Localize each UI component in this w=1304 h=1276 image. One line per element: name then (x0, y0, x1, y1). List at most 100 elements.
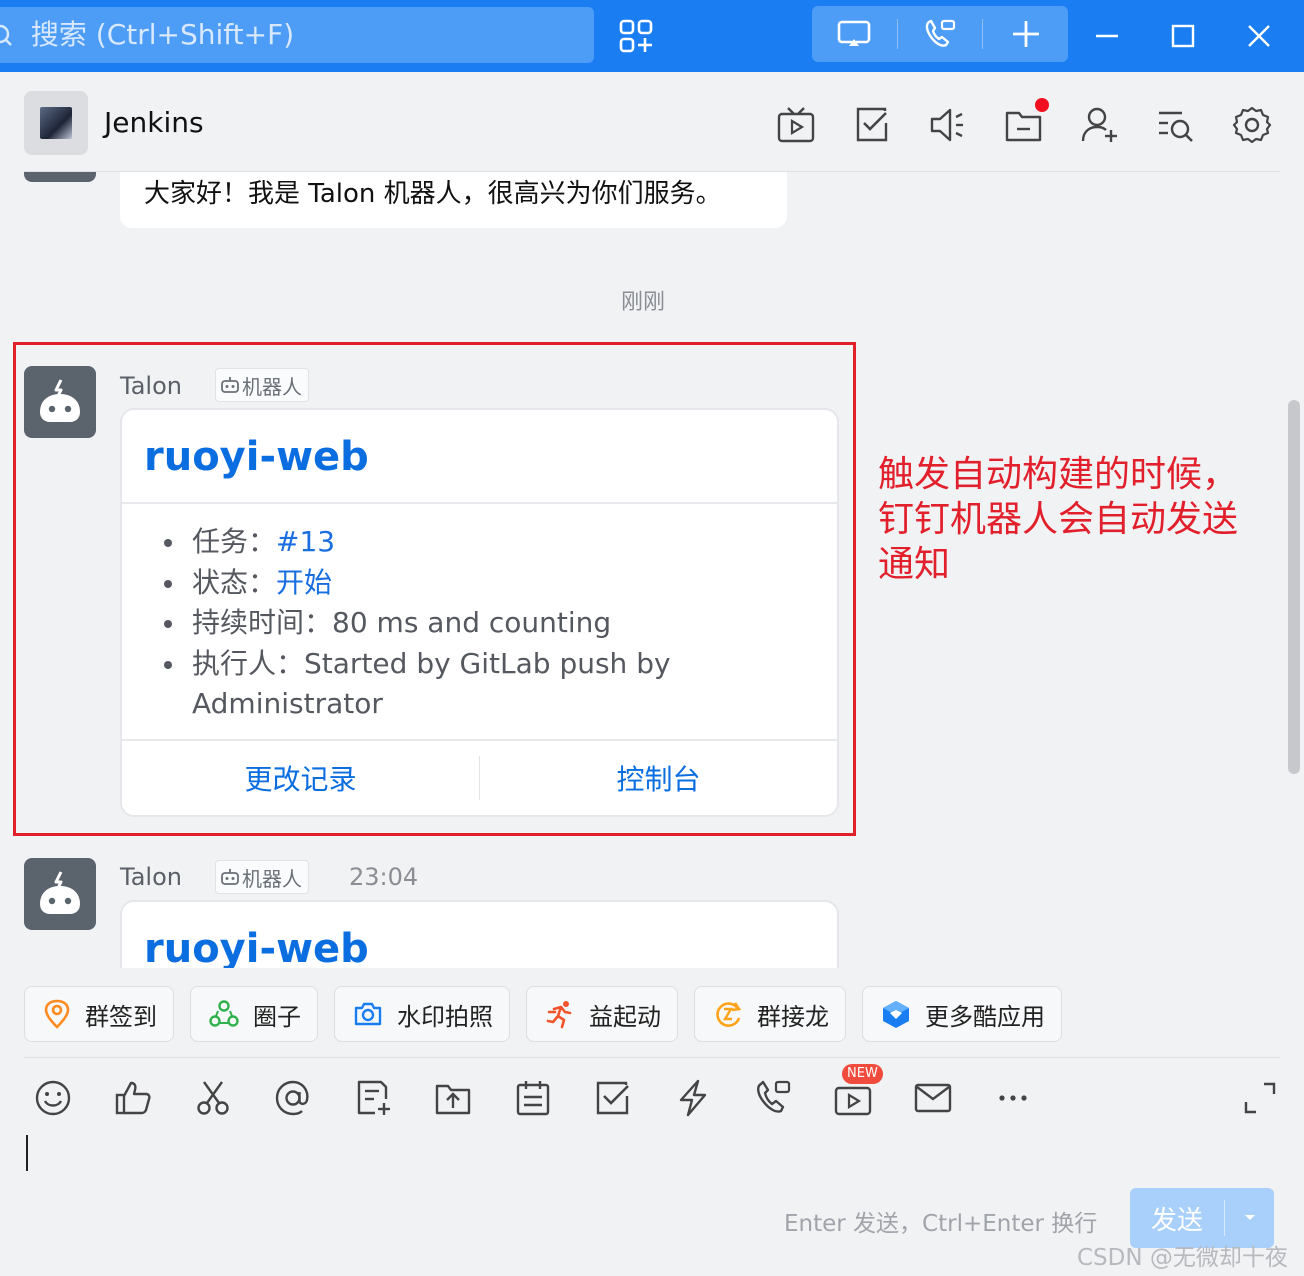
avatar-image (40, 107, 72, 139)
message-timestamp: 刚刚 (620, 290, 665, 315)
maximize-icon (1171, 24, 1195, 48)
announcement-icon[interactable] (928, 105, 968, 145)
send-options-button[interactable] (1225, 1213, 1274, 1223)
composer-divider (24, 1057, 1280, 1058)
field-duration: 持续时间：80 ms and counting (162, 603, 837, 644)
checkin-icon (44, 999, 70, 1029)
send-label: 发送 (1150, 1205, 1203, 1236)
more-icon[interactable] (993, 1078, 1033, 1118)
bot-avatar[interactable] (24, 366, 96, 438)
sender-name[interactable]: Talon (120, 372, 182, 400)
field-executor: 执行人：Started by GitLab push by Administra… (162, 644, 837, 725)
console-button[interactable]: 控制台 (480, 758, 837, 798)
apps-icon[interactable] (618, 18, 654, 54)
video-call-icon[interactable] (753, 1078, 793, 1118)
robot-small-icon (221, 869, 239, 885)
quick-app-label: 更多酷应用 (925, 1002, 1045, 1031)
text-caret[interactable] (26, 1135, 28, 1171)
quick-app-label: 益起动 (589, 1002, 661, 1031)
camera-icon (354, 1002, 382, 1026)
robot-icon (40, 379, 80, 422)
search-history-icon[interactable] (1156, 105, 1196, 145)
robot-tag: 机器人 (215, 368, 309, 402)
quick-app-camera[interactable]: 水印拍照 (334, 986, 510, 1042)
quick-app-label: 水印拍照 (397, 1002, 493, 1031)
changes-button[interactable]: 更改记录 (122, 758, 479, 798)
quick-app-runner[interactable]: 益起动 (526, 986, 678, 1042)
quick-app-label: 圈子 (253, 1002, 301, 1031)
scrollbar[interactable] (1288, 400, 1300, 774)
mail-icon[interactable] (913, 1078, 953, 1118)
search-placeholder: 搜索 (Ctrl+Shift+F) (30, 18, 295, 51)
field-label: 任务： (192, 525, 277, 558)
relay-icon (716, 1002, 742, 1027)
quick-app-more[interactable]: 更多酷应用 (862, 986, 1062, 1042)
task-link[interactable]: #13 (276, 525, 335, 558)
annotation-text: 触发自动构建的时候，钉钉机器人会自动发送通知 (878, 454, 1239, 585)
quick-tools (812, 6, 1068, 62)
todo-icon[interactable] (852, 105, 892, 145)
card-title[interactable]: ruoyi-web (122, 410, 837, 502)
robot-icon (40, 871, 80, 914)
notification-dot (1035, 98, 1049, 112)
card-actions: 更改记录 控制台 (122, 738, 837, 815)
chevron-down-icon (1244, 1215, 1255, 1220)
live-icon[interactable] (776, 105, 816, 145)
quick-app-circle[interactable]: 圈子 (190, 986, 318, 1042)
quick-apps: 群签到 圈子 水印拍照 益起动 群接龙 更多酷应用 (24, 986, 1062, 1042)
field-value: 80 ms and counting (332, 606, 612, 639)
status-link[interactable]: 开始 (276, 566, 332, 599)
chat-title[interactable]: Jenkins (104, 106, 204, 139)
maximize-button[interactable] (1161, 14, 1205, 58)
message-bubble[interactable]: 大家好！我是 Talon 机器人，很高兴为你们服务。 (120, 172, 787, 228)
robot-tag-label: 机器人 (242, 374, 302, 399)
scissors-icon[interactable] (193, 1078, 233, 1118)
field-label: 执行人： (192, 646, 305, 680)
close-icon (1248, 25, 1270, 47)
sender-name[interactable]: Talon (120, 863, 182, 891)
send-hint: Enter 发送，Ctrl+Enter 换行 (784, 1211, 1098, 1237)
quick-app-label: 群接龙 (757, 1002, 829, 1031)
quick-app-relay[interactable]: 群接龙 (694, 986, 846, 1042)
robot-small-icon (221, 377, 239, 393)
message-time: 23:04 (349, 863, 419, 891)
call-icon (925, 19, 956, 47)
quick-app-checkin[interactable]: 群签到 (24, 986, 174, 1042)
quick-app-label: 群签到 (85, 1002, 157, 1031)
thumbs-up-icon[interactable] (113, 1078, 153, 1118)
call-button[interactable] (898, 6, 983, 62)
bot-avatar[interactable] (24, 172, 96, 182)
schedule-icon[interactable] (513, 1078, 553, 1118)
search-icon (0, 24, 12, 46)
emoji-icon[interactable] (33, 1078, 73, 1118)
avatar[interactable] (24, 91, 88, 155)
robot-tag: 机器人 (215, 860, 309, 894)
close-button[interactable] (1237, 14, 1281, 58)
jenkins-card: ruoyi-web (120, 900, 839, 968)
new-button[interactable] (983, 6, 1068, 62)
jenkins-card: ruoyi-web 任务：#13 状态：开始 持续时间：80 ms and co… (120, 408, 839, 817)
note-icon[interactable] (353, 1078, 393, 1118)
expand-icon[interactable] (1240, 1078, 1280, 1118)
bot-avatar[interactable] (24, 858, 96, 930)
field-label: 状态： (192, 565, 277, 599)
screen-share-icon (838, 20, 871, 46)
live-video-icon[interactable] (833, 1078, 873, 1118)
robot-tag-label: 机器人 (242, 866, 302, 891)
mention-icon[interactable] (273, 1078, 313, 1118)
card-title[interactable]: ruoyi-web (122, 902, 837, 968)
screen-share-button[interactable] (812, 6, 897, 62)
task-icon[interactable] (593, 1078, 633, 1118)
minimize-icon (1096, 34, 1118, 38)
settings-icon[interactable] (1232, 105, 1272, 145)
search-input[interactable]: 搜索 (Ctrl+Shift+F) (0, 7, 594, 63)
upload-file-icon[interactable] (433, 1078, 473, 1118)
watermark: CSDN @无微却十夜 (1077, 1245, 1288, 1271)
card-fields: 任务：#13 状态：开始 持续时间：80 ms and counting 执行人… (122, 504, 837, 739)
plus-icon (1012, 21, 1039, 47)
title-bar: 搜索 (Ctrl+Shift+F) (0, 0, 1304, 72)
add-member-icon[interactable] (1080, 105, 1120, 145)
ding-icon[interactable] (673, 1078, 713, 1118)
minimize-button[interactable] (1085, 14, 1129, 58)
circle-icon (209, 1000, 239, 1027)
